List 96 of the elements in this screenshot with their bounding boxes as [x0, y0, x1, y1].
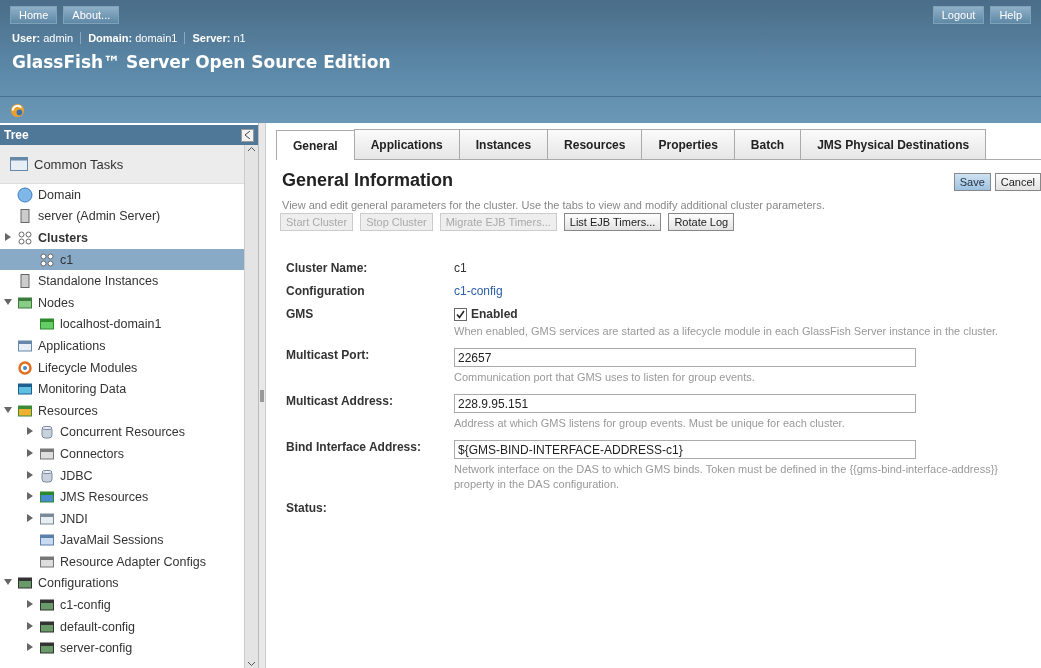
window-icon: [17, 337, 33, 354]
tree-title: Tree: [4, 128, 29, 142]
tab[interactable]: Applications: [353, 129, 460, 159]
help-text: Address at which GMS listens for group events. Must be unique for each cluster.: [454, 416, 846, 431]
field-label: Status:: [286, 501, 328, 515]
help-text: Communication port that GMS uses to listen for group events.: [454, 370, 756, 385]
tree-item[interactable]: Domain: [0, 184, 244, 206]
field-label: Multicast Port:: [286, 348, 371, 364]
page-description: View and edit general parameters for the cluster. Use the tabs to view and modify additional cluster parameters.: [281, 198, 826, 213]
field-label: Multicast Address:: [286, 394, 394, 410]
tree-item[interactable]: server (Admin Server): [0, 205, 244, 228]
cancel-button[interactable]: Cancel: [994, 173, 1041, 191]
tree-item[interactable]: Resources: [0, 399, 244, 422]
tree-node-icon: [17, 294, 33, 311]
tree-node-icon: [39, 640, 55, 657]
collapse-button[interactable]: [241, 128, 254, 142]
field-value: c1: [454, 261, 468, 275]
user-info-text: Server: n1: [184, 32, 253, 44]
tree-node-icon: [17, 359, 33, 376]
tree-node-icon: [17, 402, 33, 419]
tree-item[interactable]: default-config: [0, 615, 244, 638]
tree-node-icon: [39, 445, 55, 462]
field-label: GMS: [286, 307, 315, 323]
tab[interactable]: Instances: [458, 129, 549, 159]
checkbox[interactable]: [454, 307, 467, 321]
collapsed-arrow-icon[interactable]: [26, 427, 34, 438]
input-field[interactable]: ${GMS-BIND-INTERFACE-ADDRESS-c1}: [454, 440, 916, 459]
field-label: Cluster Name:: [286, 261, 369, 275]
tree-item[interactable]: Monitoring Data: [0, 378, 244, 400]
tree-item[interactable]: c1: [0, 248, 244, 271]
scroll-up-icon[interactable]: [247, 145, 256, 154]
tree-item[interactable]: JNDI: [0, 507, 244, 530]
collapsed-arrow-icon[interactable]: [26, 600, 34, 611]
cluster-icon: [17, 230, 33, 246]
grip-icon: [260, 389, 264, 402]
tree-item[interactable]: Concurrent Resources: [0, 421, 244, 444]
tree-item[interactable]: Clusters: [0, 227, 244, 249]
tree-node-icon: [39, 553, 55, 570]
tree-item[interactable]: Configurations: [0, 572, 244, 595]
tree-node-icon: [39, 489, 55, 506]
tree-item[interactable]: Applications: [0, 335, 244, 357]
scroll-down-icon[interactable]: [247, 659, 256, 668]
chevron-left-icon: [244, 131, 251, 139]
tree-item[interactable]: Standalone Instances: [0, 270, 244, 292]
collapsed-arrow-icon[interactable]: [26, 492, 34, 503]
monitor-icon: [17, 381, 33, 398]
page-title: General Information: [282, 170, 454, 191]
field-label: Configuration: [286, 284, 366, 298]
status-icon[interactable]: [10, 102, 25, 118]
collapsed-arrow-icon[interactable]: [26, 643, 34, 654]
help-text: When enabled, GMS services are started as a lifecycle module in each GlassFish Server instance in the cluster.: [454, 324, 1000, 339]
tree-node-icon: [17, 575, 33, 592]
user-info-text: User: admin: [12, 32, 75, 44]
tree-item[interactable]: JMS Resources: [0, 486, 244, 508]
tree-item[interactable]: Connectors: [0, 443, 244, 465]
tree-item[interactable]: Resource Adapter Configs: [0, 551, 244, 573]
tab[interactable]: General: [276, 130, 355, 160]
input-field[interactable]: 228.9.95.151: [454, 394, 916, 413]
tab[interactable]: Batch: [733, 129, 802, 159]
scrollbar[interactable]: [244, 145, 258, 668]
server-icon: [17, 273, 33, 290]
tree-item[interactable]: server-config: [0, 637, 244, 660]
collapsed-arrow-icon[interactable]: [26, 448, 34, 459]
field-label: Bind Interface Address:: [286, 440, 422, 456]
tree-item[interactable]: c1-config: [0, 594, 244, 616]
collapsed-arrow-icon[interactable]: [4, 233, 12, 243]
common-tasks-item[interactable]: Common Tasks: [0, 145, 244, 184]
server-icon: [17, 208, 33, 225]
checkbox-label[interactable]: Enabled: [454, 307, 914, 321]
database-icon: [39, 467, 55, 484]
product-title: GlassFish™ Server Open Source Edition: [11, 51, 392, 72]
database-icon: [39, 424, 55, 441]
tab[interactable]: Resources: [547, 129, 643, 159]
cluster-icon: [39, 251, 55, 268]
user-info-text: Domain: domain1: [80, 32, 185, 44]
save-button[interactable]: Save: [953, 173, 991, 191]
action-button[interactable]: List EJB Timers...: [563, 213, 662, 231]
tree-node-icon: [39, 316, 55, 333]
tree-node-icon: [39, 618, 55, 635]
tree-item[interactable]: Nodes: [0, 291, 244, 314]
action-button[interactable]: Rotate Log: [668, 213, 735, 231]
tree-node-icon: [39, 597, 55, 614]
input-field[interactable]: 22657: [454, 348, 916, 367]
tab[interactable]: JMS Physical Destinations: [800, 129, 987, 159]
tree-item[interactable]: Lifecycle Modules: [0, 356, 244, 379]
config-link[interactable]: c1-config: [454, 284, 914, 298]
help-text: Network interface on the DAS to which GMS binds. Token must be defined in the {{gms-bind-interface-address}} property in the DAS configuration.: [454, 462, 999, 492]
tree-item[interactable]: localhost-domain1: [0, 313, 244, 336]
window-icon: [10, 157, 28, 171]
tab[interactable]: Properties: [641, 129, 735, 159]
tree-item[interactable]: JavaMail Sessions: [0, 529, 244, 552]
globe-icon: [17, 186, 33, 203]
collapsed-arrow-icon[interactable]: [26, 470, 34, 481]
collapsed-arrow-icon[interactable]: [26, 513, 34, 524]
tree-item[interactable]: JDBC: [0, 464, 244, 487]
collapsed-arrow-icon[interactable]: [26, 621, 34, 632]
